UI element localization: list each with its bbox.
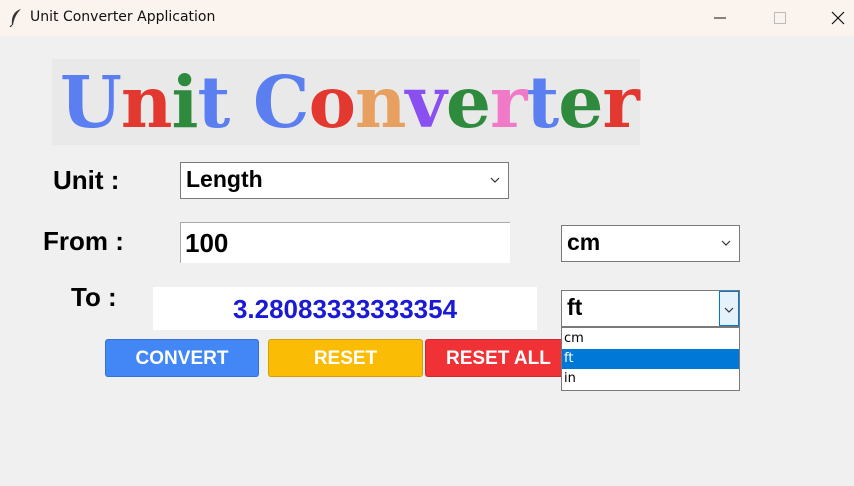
title-bar: Unit Converter Application — [0, 0, 854, 36]
from-unit-select[interactable]: cm — [561, 225, 740, 262]
dropdown-option-in[interactable]: in — [562, 369, 739, 389]
unit-type-select[interactable]: Length — [180, 162, 509, 199]
reset-all-button[interactable]: RESET ALL — [425, 339, 565, 377]
feather-icon — [8, 8, 24, 28]
unit-type-value: Length — [186, 166, 263, 192]
result-value: 3.28083333333354 — [232, 294, 458, 324]
reset-button[interactable]: RESET — [268, 339, 423, 377]
banner-letter: C — [253, 60, 310, 144]
banner-letter: v — [405, 60, 447, 144]
banner-letter: i — [171, 60, 199, 144]
to-unit-value: ft — [567, 294, 583, 320]
dropdown-option-ft[interactable]: ft — [562, 349, 739, 369]
banner-letter: t — [526, 60, 559, 144]
from-value-text: 100 — [185, 228, 229, 258]
to-unit-dropdown-list: cm ft in — [561, 327, 740, 391]
close-button[interactable] — [810, 0, 854, 36]
to-label: To : — [71, 282, 117, 312]
banner-letter: n — [354, 60, 407, 144]
convert-button[interactable]: CONVERT — [105, 339, 259, 377]
banner-letter: n — [120, 60, 173, 144]
window-title: Unit Converter Application — [30, 9, 216, 25]
banner-letter: e — [558, 60, 603, 144]
dropdown-option-cm[interactable]: cm — [562, 329, 739, 349]
banner-letter: r — [602, 60, 639, 144]
maximize-icon — [774, 12, 786, 24]
from-value-input[interactable]: 100 — [180, 222, 510, 263]
chevron-down-icon — [490, 177, 500, 183]
chevron-down-icon — [721, 240, 731, 246]
maximize-button[interactable] — [752, 0, 808, 36]
unit-label: Unit : — [53, 165, 120, 195]
chevron-down-icon — [724, 307, 734, 313]
minimize-icon — [714, 17, 726, 19]
banner-letter: r — [490, 60, 527, 144]
banner-letter: U — [60, 60, 122, 144]
banner-letter: o — [308, 60, 356, 144]
banner-letter: e — [445, 60, 491, 144]
banner-letter — [229, 60, 253, 144]
banner-title: Unit Converter — [60, 59, 640, 145]
minimize-button[interactable] — [692, 0, 748, 36]
banner-letter: t — [197, 60, 231, 144]
to-unit-select[interactable]: ft — [561, 290, 740, 327]
to-unit-dropdown-button[interactable] — [719, 291, 739, 326]
result-display: 3.28083333333354 — [153, 287, 537, 330]
close-icon — [831, 11, 845, 25]
from-label: From : — [43, 226, 124, 256]
app-banner: Unit Converter — [52, 59, 640, 145]
from-unit-value: cm — [567, 229, 601, 255]
